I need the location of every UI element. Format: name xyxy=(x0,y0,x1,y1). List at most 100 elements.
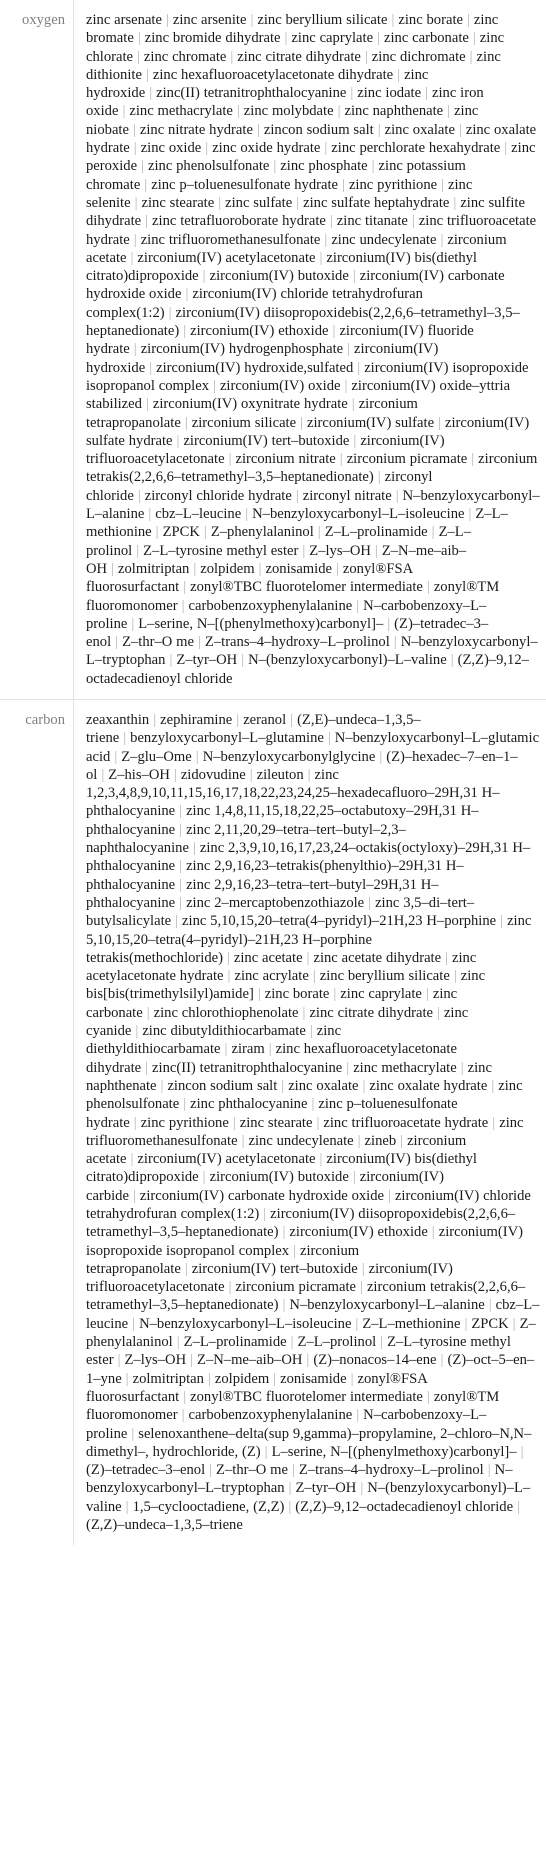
item-separator: | xyxy=(115,634,119,651)
chemical-name: zinc acetate dihydrate xyxy=(313,949,442,966)
item-separator: | xyxy=(306,1352,310,1369)
chemical-name: zinc iodate xyxy=(357,85,422,102)
item-separator: | xyxy=(133,231,137,248)
item-separator: | xyxy=(193,560,197,577)
item-separator: | xyxy=(440,1352,444,1369)
chemical-name: zinc sulfate xyxy=(225,194,293,211)
item-separator: | xyxy=(230,48,234,65)
chemical-name: zirconium(IV) hydrogenphosphate xyxy=(140,341,344,358)
chemical-name: zinc acetate xyxy=(233,949,303,966)
item-separator: | xyxy=(131,615,135,632)
chemical-name: zonisamide xyxy=(265,560,332,577)
chemical-name: zirconium(IV) tert–butoxide xyxy=(183,432,350,449)
item-separator: | xyxy=(335,560,339,577)
chemical-name: zirconyl chloride hydrate xyxy=(144,487,292,504)
item-separator: | xyxy=(153,711,157,728)
chemical-name: zineb xyxy=(364,1132,397,1149)
chemical-name: zirconium(IV) butoxide xyxy=(209,268,349,285)
item-separator: | xyxy=(249,766,253,783)
item-separator: | xyxy=(311,1096,315,1113)
item-separator: | xyxy=(351,396,355,413)
chemical-name: Z–L–methionine xyxy=(362,1315,461,1332)
chemical-name: zinc borate xyxy=(264,986,330,1003)
item-separator: | xyxy=(165,12,169,28)
chemical-name: ZPCK xyxy=(471,1315,509,1332)
item-separator: | xyxy=(431,1224,435,1241)
item-separator: | xyxy=(183,1388,187,1405)
item-separator: | xyxy=(258,560,262,577)
item-separator: | xyxy=(357,1132,361,1149)
chemical-name: zinc molybdate xyxy=(243,103,334,120)
item-separator: | xyxy=(213,377,216,394)
item-separator: | xyxy=(133,1114,137,1131)
item-separator: | xyxy=(344,377,348,394)
chemical-name: zinc arsenite xyxy=(172,12,247,28)
table-row: oxygen zinc arsenate | zinc arsenite | zinc … xyxy=(0,0,546,700)
item-separator: | xyxy=(114,748,118,765)
chemical-name: zirconium(IV) ethoxide xyxy=(190,323,329,340)
chemical-name: (Z)–tetradec–3–enol xyxy=(86,1462,206,1479)
item-separator: | xyxy=(291,1462,295,1479)
chemical-name: zolpidem xyxy=(214,1370,270,1387)
item-separator: | xyxy=(130,249,134,266)
item-separator: | xyxy=(179,858,183,875)
chemical-name: zinc bromide dihydrate xyxy=(144,30,281,47)
item-separator: | xyxy=(101,766,105,783)
item-separator: | xyxy=(488,1297,492,1314)
item-separator: | xyxy=(135,1023,139,1040)
chemical-name: Z–trans–4–hydroxy–L–prolinol xyxy=(204,634,390,651)
item-separator: | xyxy=(268,1041,272,1058)
chemical-name: zinc undecylenate xyxy=(331,231,437,248)
chemical-name: zinc undecylenate xyxy=(248,1132,354,1149)
item-separator: | xyxy=(281,1077,285,1094)
chemical-name: zinc stearate xyxy=(141,194,215,211)
item-separator: | xyxy=(288,1498,292,1515)
item-separator: | xyxy=(132,1315,136,1332)
chemical-name: zinc perchlorate hexahydrate xyxy=(331,140,501,157)
chemical-name: N–(benzyloxycarbonyl)–L–valine xyxy=(248,652,447,669)
item-separator: | xyxy=(125,1498,129,1515)
chemical-name: zirconium(IV) hydroxide,sulfated xyxy=(156,359,354,376)
item-separator: | xyxy=(290,1334,294,1351)
item-separator: | xyxy=(307,766,311,783)
item-separator: | xyxy=(350,85,354,102)
item-separator: | xyxy=(469,48,473,65)
item-separator: | xyxy=(145,213,149,230)
chemical-name: Z–L–prolinol xyxy=(297,1334,377,1351)
item-separator: | xyxy=(149,359,153,376)
item-separator: | xyxy=(425,85,428,102)
item-separator: | xyxy=(492,1114,496,1131)
chemical-name: cbz–L–leucine xyxy=(155,506,242,523)
item-separator: | xyxy=(450,652,454,669)
item-separator: | xyxy=(317,524,321,541)
chemical-name: N–benzyloxycarbonylglycine xyxy=(202,748,376,765)
chemical-name: zonyl®TBC fluorotelomer intermediate xyxy=(190,1388,423,1405)
item-separator: | xyxy=(339,451,343,468)
item-separator: | xyxy=(117,1352,121,1369)
chemical-name: zinc oxalate xyxy=(384,121,455,138)
item-separator: | xyxy=(491,1077,495,1094)
item-separator: | xyxy=(411,213,415,230)
chemical-name: zinc citrate dihydrate xyxy=(309,1004,434,1021)
chemical-name: zinc phosphate xyxy=(280,158,368,175)
item-separator: | xyxy=(431,524,435,541)
chemical-name: 1,5–cyclooctadiene, (Z,Z) xyxy=(132,1498,285,1515)
chemical-name: zinc phthalocyanine xyxy=(190,1096,308,1113)
item-separator: | xyxy=(347,341,351,358)
item-separator: | xyxy=(227,968,231,985)
item-separator: | xyxy=(356,1407,360,1424)
chemical-name: L–serine, N–[(phenylmethoxy)carbonyl]– xyxy=(271,1443,517,1460)
chemical-name: zirconium picramate xyxy=(346,451,468,468)
item-separator: | xyxy=(360,1480,364,1497)
chemical-name: Z–phenylalaninol xyxy=(210,524,314,541)
item-separator: | xyxy=(329,213,333,230)
item-separator: | xyxy=(324,231,328,248)
item-separator: | xyxy=(228,1279,232,1296)
item-separator: | xyxy=(209,1462,213,1479)
item-separator: | xyxy=(228,451,232,468)
item-separator: | xyxy=(377,121,381,138)
item-separator: | xyxy=(425,986,429,1003)
item-separator: | xyxy=(387,615,391,632)
item-separator: | xyxy=(426,579,430,596)
chemical-name: zinc nitrate hydrate xyxy=(139,121,253,138)
